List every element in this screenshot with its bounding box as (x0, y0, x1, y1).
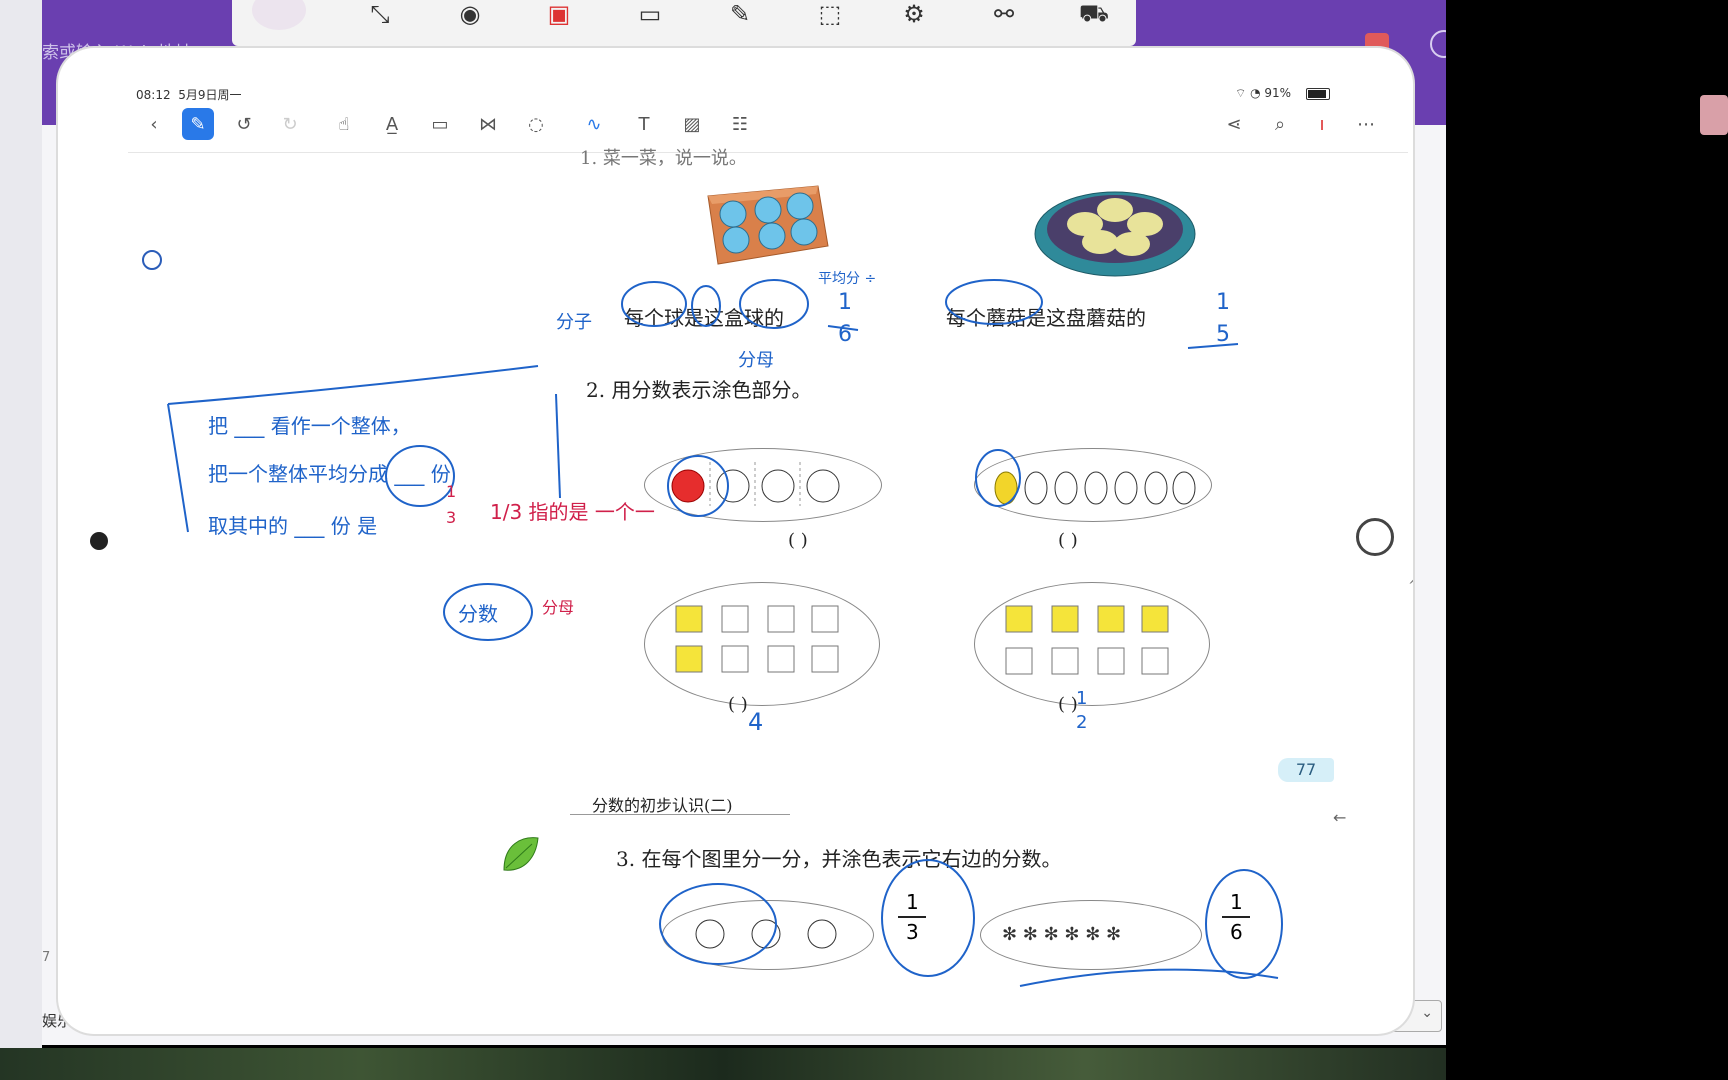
note-line-1: 把 ___ 看作一个整体， (208, 414, 411, 438)
camera-icon[interactable]: ◉ (450, 0, 490, 28)
connection-icon[interactable]: ⚯ (984, 0, 1024, 28)
note-red-text: 1/3 指的是 一个一 (490, 500, 655, 524)
cart-icon[interactable]: ⛟ (1074, 0, 1114, 28)
note-fraction-numerator: 1 (446, 482, 457, 501)
desktop-wallpaper (0, 1048, 1446, 1080)
timer-icon[interactable] (142, 250, 162, 270)
desktop-right-black (1446, 0, 1728, 1080)
scroll-up-caret-icon[interactable]: ^ (1408, 578, 1413, 594)
recorder-avatar (252, 0, 306, 30)
note-line-3: 取其中的 ___ 份 是 (208, 514, 378, 538)
record-icon[interactable]: ▣ (539, 0, 579, 28)
collapse-icon[interactable]: ⤡ (360, 0, 400, 28)
q1-hand-label-denominator: 分母 (738, 350, 774, 371)
region-capture-icon[interactable]: ⬚ (810, 0, 850, 28)
q1-hand-label-top: 平均分 ÷ (818, 271, 877, 287)
screen-recorder-toolbar: ⤡ ◉ ▣ ▭ ✎ ⬚ ⚙ ⚯ ⛟ (232, 0, 1136, 46)
chevron-down-icon: ⌄ (1421, 1005, 1433, 1021)
screen-share-icon[interactable]: ▭ (630, 0, 670, 28)
handwriting-layer (167, 279, 1283, 987)
settings-icon[interactable]: ⚙ (894, 0, 934, 28)
laser-pointer-dot[interactable] (90, 532, 108, 550)
assistive-touch-button[interactable] (1356, 518, 1394, 556)
tablet-screen: 08:12 5月9日周一 ⌔ ◔ 91% ‹ ✎ ↺ ↻ ☝ A̲ ▭ ⋈ ◌ … (58, 48, 1413, 1034)
q1-hand-label-numerator: 分子 (556, 312, 592, 333)
page-side-number: 7 (42, 950, 51, 965)
desktop-left-edge (0, 0, 42, 1080)
back-arrow-icon[interactable]: ← (1333, 808, 1346, 827)
pen-icon[interactable]: ✎ (720, 0, 760, 28)
webcam-thumbnail (1700, 95, 1728, 135)
note-fenmu: 分母 (542, 598, 575, 617)
note-fraction-denominator: 3 (446, 508, 457, 527)
textbook-page[interactable]: 1. 菜一菜，说一说。 每个球是这盒球的 1 6 每个蘑菇是这盘蘑菇的 1 5 … (58, 48, 1413, 1034)
note-line-2: 把一个整体平均分成 ___ 份 (208, 462, 451, 486)
note-fenshu: 分数 (458, 602, 498, 626)
